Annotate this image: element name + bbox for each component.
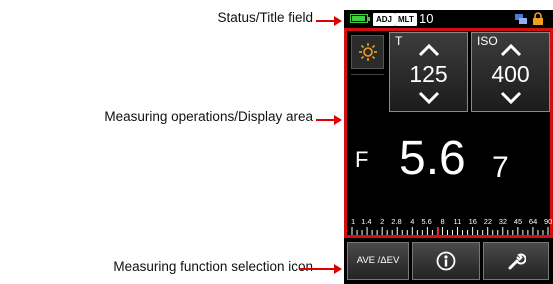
ave-delta-ev-label: AVE /ΔEV <box>356 255 400 266</box>
shutter-up-arrow-icon[interactable] <box>417 43 441 57</box>
scale-label: 1.4 <box>361 217 372 226</box>
iso-box: ISO 400 <box>471 32 550 112</box>
status-title-arrow <box>316 16 342 26</box>
shutter-speed-box: T 125 <box>389 32 468 112</box>
scale-label: 2 <box>380 217 385 226</box>
status-number: 10 <box>419 11 434 26</box>
shutter-down-arrow-icon[interactable] <box>417 91 441 105</box>
scale-label: 2.8 <box>391 217 402 226</box>
signal-icon <box>515 14 527 24</box>
mlt-tag: MLT <box>395 13 417 26</box>
measuring-display-callout: Measuring operations/Display area <box>104 109 313 124</box>
settings-button[interactable] <box>483 242 549 280</box>
battery-icon <box>350 14 370 23</box>
info-icon <box>436 251 456 271</box>
iso-label: ISO <box>477 34 498 48</box>
aperture-label: F <box>355 147 369 172</box>
scale-label: 16 <box>468 217 477 226</box>
aperture-scale: 1 1.4 2 2.8 4 5.6 8 11 16 22 32 45 64 90 <box>351 217 553 235</box>
adj-tag: ADJ <box>373 13 396 26</box>
scale-label: 11 <box>453 217 462 226</box>
lock-icon <box>533 12 543 25</box>
iso-down-arrow-icon[interactable] <box>499 91 523 105</box>
meter-screen: ADJ MLT 10 T 125 ISO 400 F 5.6 7 1 1.4 2… <box>344 10 553 284</box>
scale-label: 32 <box>498 217 508 226</box>
status-title-field: ADJ MLT 10 <box>344 10 553 28</box>
aperture-scale-ticks <box>351 227 549 235</box>
status-title-callout: Status/Title field <box>217 10 313 25</box>
aperture-value: 5.6 <box>399 132 466 185</box>
iso-value: 400 <box>491 61 530 87</box>
divider <box>351 74 384 75</box>
scale-label: 90 <box>544 217 553 226</box>
measuring-display-arrow <box>316 115 342 125</box>
scale-label: 64 <box>528 217 538 226</box>
aperture-tenths: 7 <box>492 151 509 184</box>
function-icon-arrow <box>300 264 342 274</box>
function-selection-bar: AVE /ΔEV <box>344 238 553 284</box>
ave-delta-ev-button[interactable]: AVE /ΔEV <box>347 242 409 280</box>
measuring-display-area: T 125 ISO 400 F 5.6 7 1 1.4 2 2.8 4 5.6 8 11 16 2… <box>344 28 553 238</box>
mode-button[interactable] <box>351 35 384 69</box>
shutter-label: T <box>395 34 403 48</box>
scale-label: 4 <box>410 217 415 226</box>
scale-label: 22 <box>483 217 493 226</box>
shutter-value: 125 <box>409 61 448 87</box>
info-button[interactable] <box>412 242 480 280</box>
iso-up-arrow-icon[interactable] <box>499 43 523 57</box>
scale-label: 8 <box>440 217 445 226</box>
wrench-icon <box>508 253 526 270</box>
sun-icon <box>358 43 377 61</box>
function-icon-callout: Measuring function selection icon <box>113 259 313 274</box>
scale-label: 45 <box>513 217 523 226</box>
scale-label: 5.6 <box>421 217 432 226</box>
scale-label: 1 <box>351 217 356 226</box>
